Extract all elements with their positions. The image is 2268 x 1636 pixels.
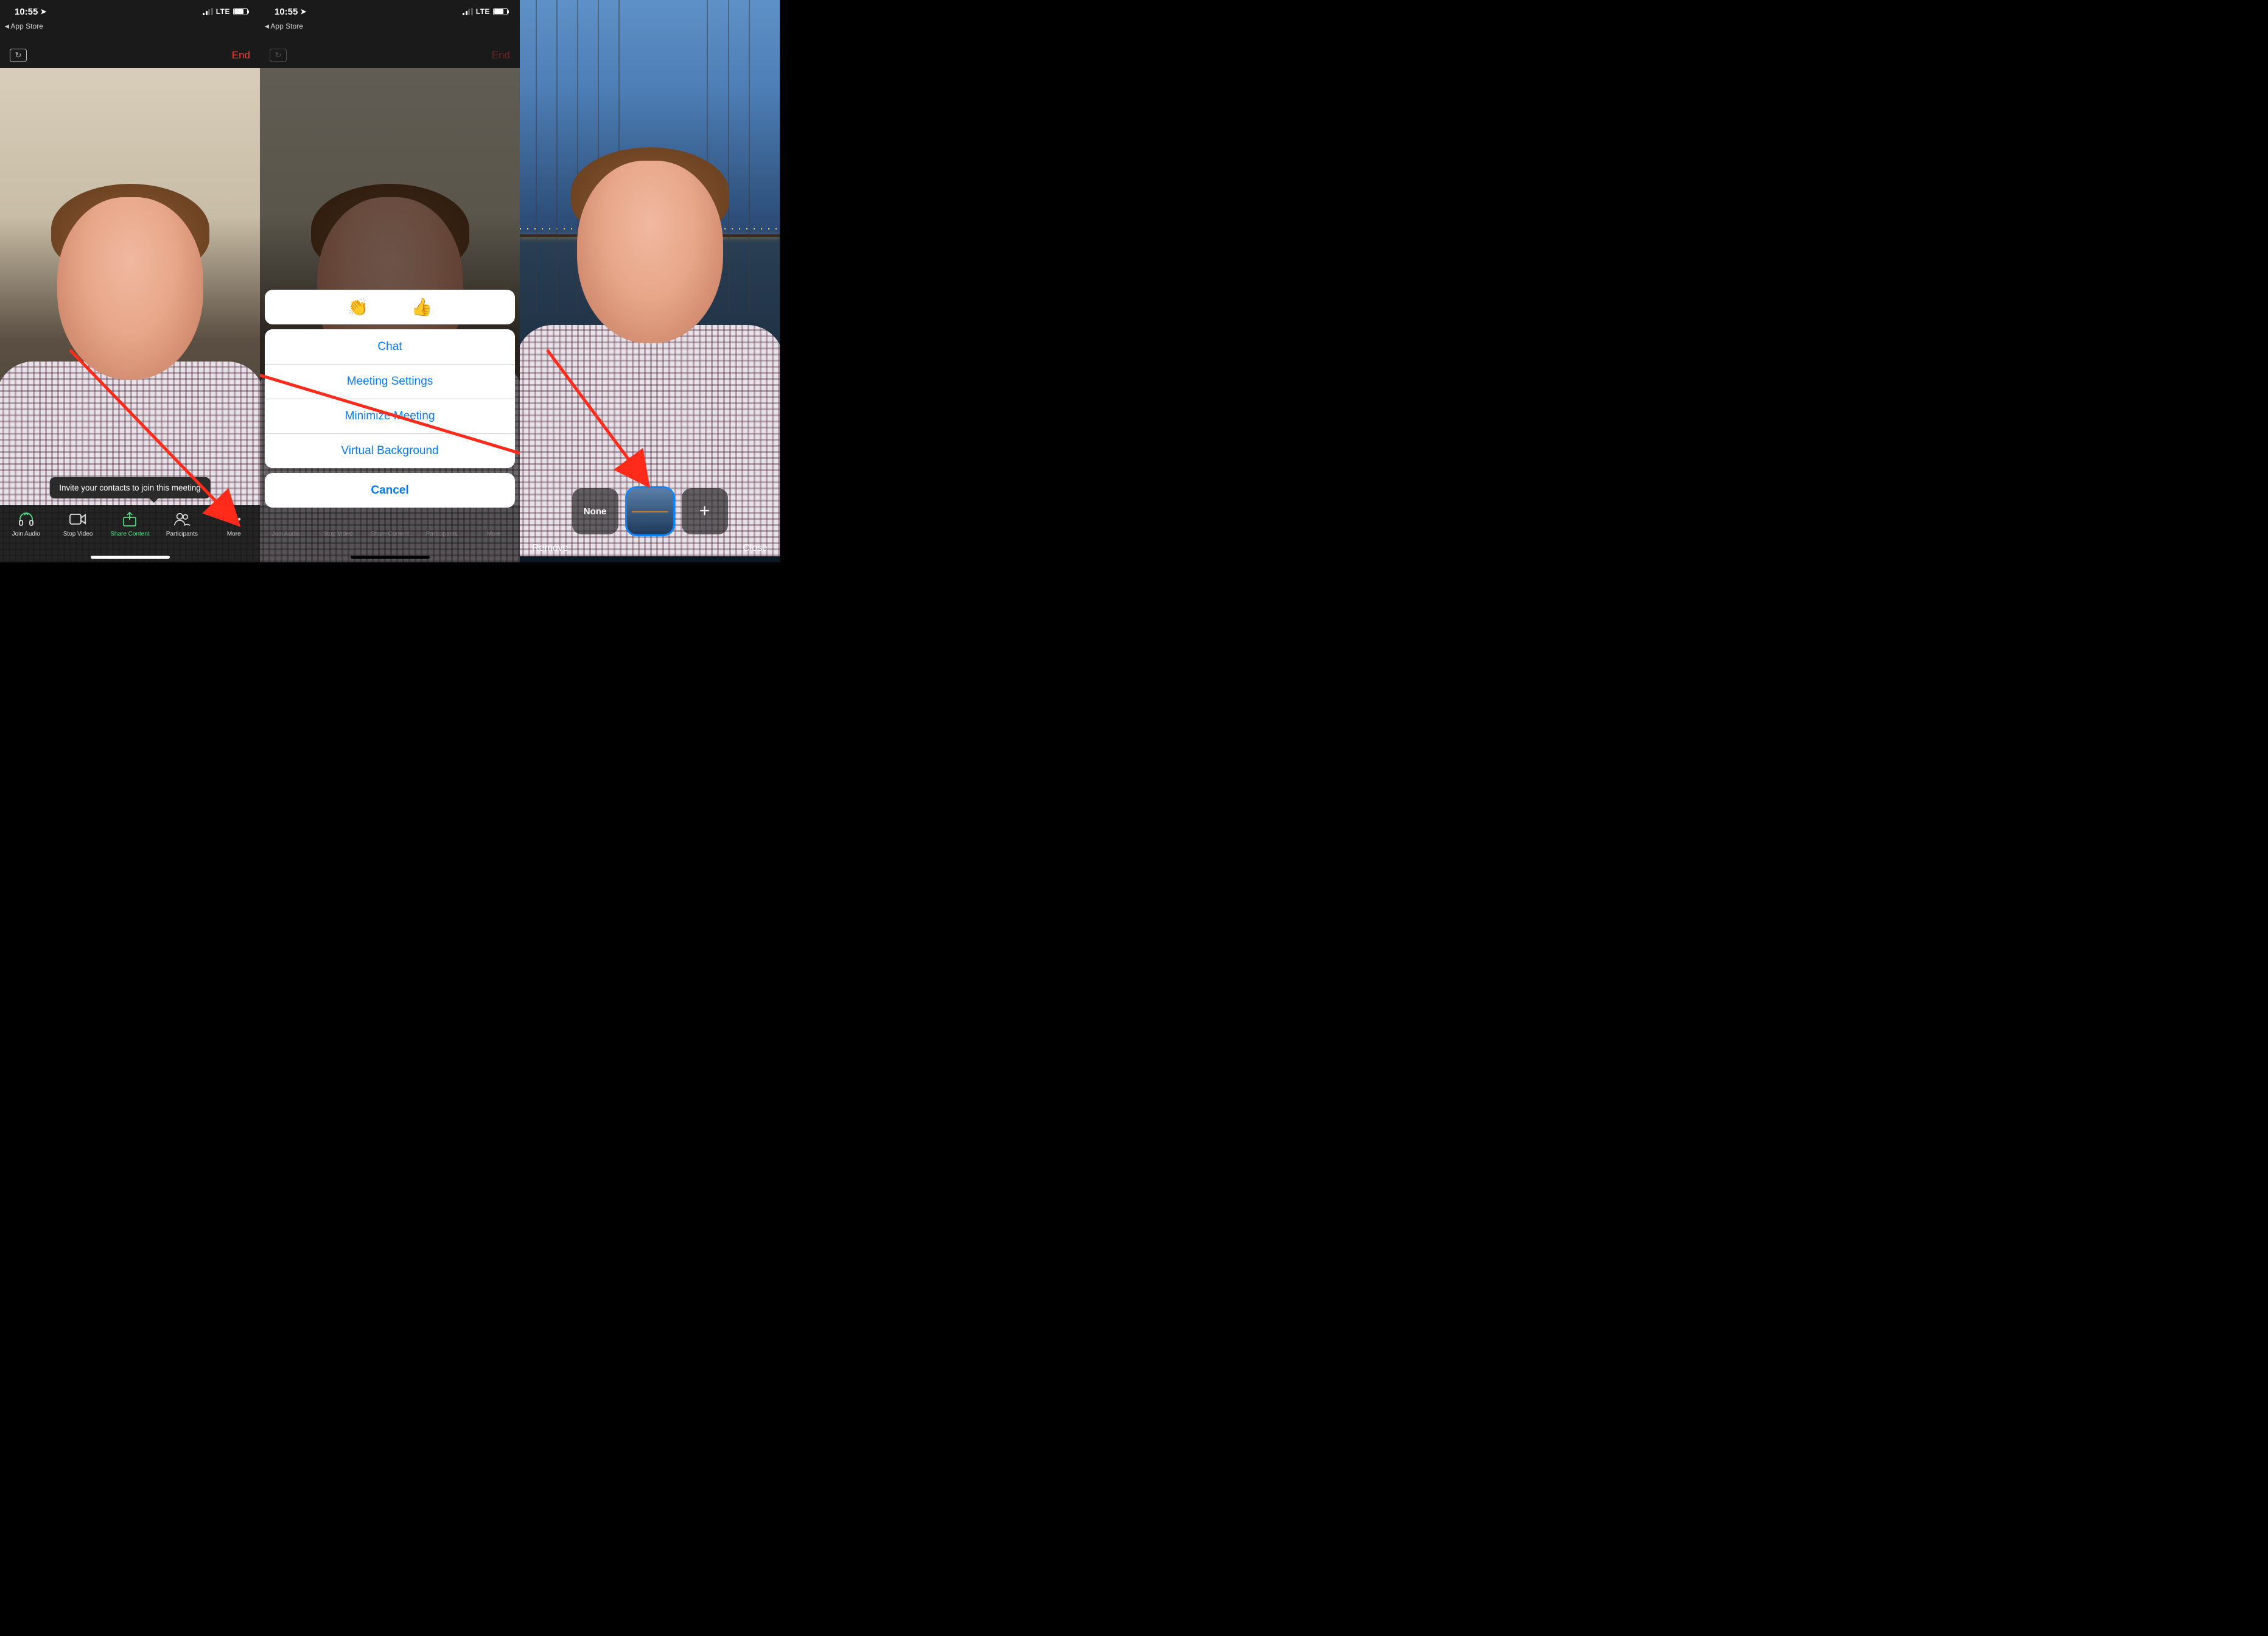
close-bg-button[interactable]: Close bbox=[743, 543, 768, 554]
video-icon bbox=[69, 511, 86, 527]
status-bar: 10:55 ➤ LTE bbox=[260, 0, 520, 23]
home-indicator[interactable] bbox=[91, 556, 170, 559]
location-icon: ➤ bbox=[40, 7, 46, 16]
more-button[interactable]: More bbox=[209, 511, 258, 537]
bg-thumbnails: None + bbox=[528, 488, 771, 534]
screen-more-sheet: 10:55 ➤ LTE App Store End Join Audio Sto… bbox=[260, 0, 520, 562]
more-icon bbox=[225, 511, 242, 527]
battery-icon bbox=[233, 8, 248, 15]
thumbsup-reaction[interactable]: 👍 bbox=[411, 297, 433, 317]
join-audio-label: Join Audio bbox=[272, 531, 300, 537]
virtual-background-option[interactable]: Virtual Background bbox=[265, 433, 515, 468]
location-icon: ➤ bbox=[300, 7, 306, 16]
meeting-settings-option[interactable]: Meeting Settings bbox=[265, 364, 515, 399]
screen-virtual-bg: None + Remove Close bbox=[520, 0, 780, 562]
meeting-toolbar-dimmed: Join Audio Stop Video Share Content Part… bbox=[260, 505, 520, 562]
meeting-toolbar: Join Audio Stop Video Share Content Part… bbox=[0, 505, 260, 562]
signal-icon bbox=[463, 9, 473, 15]
participants-button[interactable]: Participants bbox=[158, 511, 206, 537]
headphones-icon bbox=[18, 511, 35, 527]
back-to-appstore[interactable]: App Store bbox=[5, 22, 43, 30]
more-label: More bbox=[487, 531, 501, 537]
battery-icon bbox=[493, 8, 508, 15]
carrier-label: LTE bbox=[216, 7, 230, 16]
meeting-topbar: End bbox=[260, 41, 520, 69]
reactions-row: 👏 👍 bbox=[265, 290, 515, 324]
self-video-person bbox=[2, 173, 258, 562]
chat-option[interactable]: Chat bbox=[265, 329, 515, 364]
status-bar: 10:55 ➤ LTE bbox=[0, 0, 260, 23]
stop-video-button[interactable]: Stop Video bbox=[54, 511, 102, 537]
virtual-bg-bar: None + Remove Close bbox=[520, 488, 780, 562]
cancel-button[interactable]: Cancel bbox=[265, 473, 515, 508]
status-time: 10:55 bbox=[275, 7, 298, 17]
bg-none-thumb[interactable]: None bbox=[572, 488, 618, 534]
plus-icon: + bbox=[699, 501, 710, 522]
join-audio-button[interactable]: Join Audio bbox=[2, 511, 51, 537]
share-content-label: Share Content bbox=[110, 531, 150, 537]
share-content-label: Share Content bbox=[370, 531, 410, 537]
action-sheet: 👏 👍 Chat Meeting Settings Minimize Meeti… bbox=[265, 290, 515, 508]
bg-bridge-thumb[interactable] bbox=[627, 488, 673, 534]
participants-icon bbox=[173, 511, 191, 527]
bg-add-thumb[interactable]: + bbox=[682, 488, 728, 534]
share-content-button[interactable]: Share Content bbox=[105, 511, 154, 537]
invite-tooltip: Invite your contacts to join this meetin… bbox=[49, 477, 211, 498]
back-to-appstore[interactable]: App Store bbox=[265, 22, 303, 30]
share-icon bbox=[121, 511, 138, 527]
remove-bg-button[interactable]: Remove bbox=[532, 543, 569, 554]
carrier-label: LTE bbox=[476, 7, 490, 16]
bg-none-label: None bbox=[584, 506, 607, 517]
home-indicator[interactable] bbox=[351, 556, 430, 559]
screen-meeting: 10:55 ➤ LTE App Store End Invite your co… bbox=[0, 0, 260, 562]
stop-video-label: Stop Video bbox=[63, 531, 93, 537]
clap-reaction[interactable]: 👏 bbox=[348, 297, 369, 317]
signal-icon bbox=[203, 9, 213, 15]
end-meeting-button[interactable]: End bbox=[232, 49, 250, 61]
stop-video-label: Stop Video bbox=[323, 531, 353, 537]
status-time: 10:55 bbox=[15, 7, 38, 17]
flip-camera-icon[interactable] bbox=[10, 49, 27, 62]
join-audio-label: Join Audio bbox=[12, 531, 40, 537]
self-video-person bbox=[522, 136, 778, 526]
minimize-meeting-option[interactable]: Minimize Meeting bbox=[265, 399, 515, 433]
meeting-topbar: End bbox=[0, 41, 260, 69]
flip-camera-icon bbox=[270, 49, 287, 62]
end-meeting-button: End bbox=[492, 49, 510, 61]
participants-label: Participants bbox=[426, 531, 458, 537]
participants-label: Participants bbox=[166, 531, 198, 537]
video-feed-virtualbg bbox=[520, 0, 780, 562]
more-label: More bbox=[227, 531, 241, 537]
